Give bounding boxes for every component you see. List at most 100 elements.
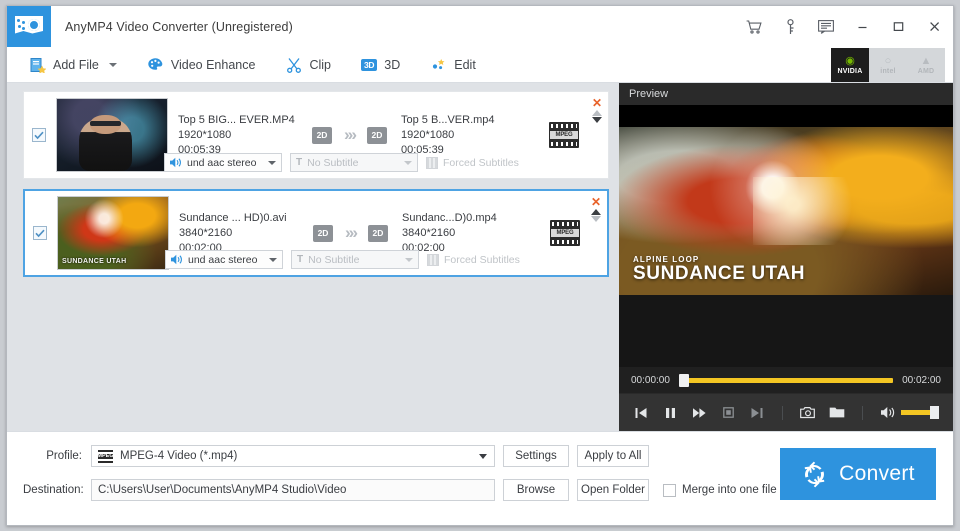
subtitle-track-dropdown[interactable]: T No Subtitle — [291, 250, 419, 269]
gpu-label-nvidia: NVIDIA — [838, 68, 863, 75]
divider — [862, 406, 863, 420]
merge-into-one-file-toggle[interactable]: Merge into one file — [663, 484, 777, 497]
volume-track — [901, 410, 931, 415]
video-enhance-icon — [147, 56, 164, 73]
profile-dropdown[interactable]: MPEG MPEG-4 Video (*.mp4) — [91, 445, 495, 467]
track-selection-row: und aac stereo T No Subtitle Forced Subt… — [165, 250, 520, 269]
seek-handle[interactable] — [679, 374, 689, 387]
audio-track-value: und aac stereo — [187, 157, 268, 169]
convert-button[interactable]: Convert — [780, 448, 936, 500]
preview-video-surface[interactable]: ALPINE LOOP SUNDANCE UTAH — [619, 127, 953, 295]
film-strip-icon[interactable]: MPEG — [549, 122, 579, 148]
destination-label: Destination: — [23, 484, 91, 496]
gpu-badge-nvidia[interactable]: ◉ NVIDIA — [831, 48, 869, 82]
file-checkbox[interactable] — [32, 128, 46, 142]
volume-slider[interactable] — [901, 406, 939, 419]
close-button[interactable] — [923, 16, 945, 38]
remove-file-button[interactable]: ✕ — [592, 98, 602, 109]
forced-subtitles-checkbox[interactable] — [427, 254, 439, 266]
preview-letterbox-top — [619, 105, 953, 127]
remove-file-button[interactable]: ✕ — [591, 197, 601, 208]
forced-subtitles-toggle[interactable]: Forced Subtitles — [426, 157, 519, 169]
open-folder-button[interactable]: Open Folder — [577, 479, 649, 501]
subtitle-track-value: No Subtitle — [308, 254, 405, 266]
preview-current-time: 00:00:00 — [631, 375, 670, 386]
stop-icon[interactable] — [720, 405, 736, 421]
gpu-label-intel: intel — [880, 68, 895, 75]
merge-checkbox[interactable] — [663, 484, 676, 497]
table-row[interactable]: SUNDANCE UTAH Sundance ... HD)0.avi 3840… — [23, 189, 609, 277]
browse-button[interactable]: Browse — [503, 479, 569, 501]
add-file-icon — [29, 56, 46, 73]
file-checkbox[interactable] — [33, 226, 47, 240]
file-thumbnail: SUNDANCE UTAH — [57, 196, 169, 270]
toolbar-item-add-file[interactable]: Add File — [29, 56, 117, 73]
toolbar-item-video-enhance[interactable]: Video Enhance — [147, 56, 256, 73]
cart-icon[interactable] — [743, 16, 765, 38]
target-file-name: Sundanc...D)0.mp4 — [402, 211, 530, 226]
gpu-badge-amd[interactable]: ▲ AMD — [907, 48, 945, 82]
audio-track-dropdown[interactable]: und aac stereo — [164, 153, 282, 172]
chevron-down-icon — [109, 63, 117, 67]
source-dimension-tag: 2D — [313, 225, 333, 242]
preview-header: Preview — [619, 83, 953, 105]
subtitle-track-dropdown[interactable]: T No Subtitle — [290, 153, 418, 172]
toolbar-label-3d: 3D — [384, 58, 400, 72]
key-icon[interactable] — [779, 16, 801, 38]
window-title: AnyMP4 Video Converter (Unregistered) — [65, 20, 293, 34]
skip-next-icon[interactable] — [749, 405, 765, 421]
settings-button[interactable]: Settings — [503, 445, 569, 467]
speaker-icon[interactable] — [880, 405, 896, 421]
toolbar-item-3d[interactable]: 3D 3D — [361, 58, 400, 72]
source-file-name: Sundance ... HD)0.avi — [179, 211, 307, 226]
target-file-info: Sundanc...D)0.mp4 3840*2160 00:02:00 — [402, 211, 530, 256]
forced-subtitles-label: Forced Subtitles — [444, 254, 520, 266]
gpu-badge-intel[interactable]: ○ intel — [869, 48, 907, 82]
target-file-name: Top 5 B...VER.mp4 — [401, 113, 529, 128]
subtitle-t-icon: T — [296, 157, 302, 168]
feedback-icon[interactable] — [815, 16, 837, 38]
app-logo — [7, 6, 51, 47]
destination-value: C:\Users\User\Documents\AnyMP4 Studio\Vi… — [98, 484, 346, 496]
toolbar-item-edit[interactable]: Edit — [430, 56, 476, 73]
chevron-down-icon — [268, 161, 276, 165]
preview-total-time: 00:02:00 — [902, 375, 941, 386]
move-down-button[interactable] — [591, 216, 601, 222]
apply-to-all-button[interactable]: Apply to All — [577, 445, 649, 467]
move-up-button[interactable] — [591, 209, 601, 215]
edit-sparkle-icon — [430, 56, 447, 73]
maximize-button[interactable] — [887, 16, 909, 38]
file-thumbnail — [56, 98, 168, 172]
skip-previous-icon[interactable] — [633, 405, 649, 421]
destination-input[interactable]: C:\Users\User\Documents\AnyMP4 Studio\Vi… — [91, 479, 495, 501]
camera-icon[interactable] — [800, 405, 816, 421]
target-resolution: 1920*1080 — [401, 128, 529, 143]
volume-handle[interactable] — [930, 406, 939, 419]
audio-track-dropdown[interactable]: und aac stereo — [165, 250, 283, 269]
move-up-button[interactable] — [592, 110, 602, 116]
toolbar-label-add-file: Add File — [53, 58, 99, 72]
intel-logo-icon: ○ — [885, 56, 892, 67]
toolbar-item-clip[interactable]: Clip — [285, 56, 331, 73]
forced-subtitles-toggle[interactable]: Forced Subtitles — [427, 254, 520, 266]
seek-track — [679, 378, 893, 383]
preview-overlay-text: ALPINE LOOP SUNDANCE UTAH — [633, 255, 805, 285]
volume-control[interactable] — [880, 405, 939, 421]
source-dimension-tag: 2D — [312, 127, 332, 144]
row-controls: ✕ — [592, 98, 602, 123]
minimize-button[interactable] — [851, 16, 873, 38]
move-down-button[interactable] — [592, 117, 602, 123]
folder-icon[interactable] — [829, 405, 845, 421]
table-row[interactable]: Top 5 BIG... EVER.MP4 1920*1080 00:05:39… — [23, 91, 609, 179]
forced-subtitles-checkbox[interactable] — [426, 157, 438, 169]
gpu-acceleration-badges: ◉ NVIDIA ○ intel ▲ AMD — [831, 48, 945, 82]
preview-seek-slider[interactable] — [679, 373, 893, 387]
chevron-down-icon — [405, 258, 413, 262]
fast-forward-icon[interactable] — [691, 405, 707, 421]
pause-icon[interactable] — [662, 405, 678, 421]
track-selection-row: und aac stereo T No Subtitle Forced Subt… — [164, 153, 519, 172]
subtitle-track-value: No Subtitle — [307, 157, 404, 169]
preview-overlay-large: SUNDANCE UTAH — [633, 263, 805, 285]
film-strip-icon[interactable]: MPEG — [550, 220, 580, 246]
film-strip-format-label: MPEG — [550, 131, 578, 139]
